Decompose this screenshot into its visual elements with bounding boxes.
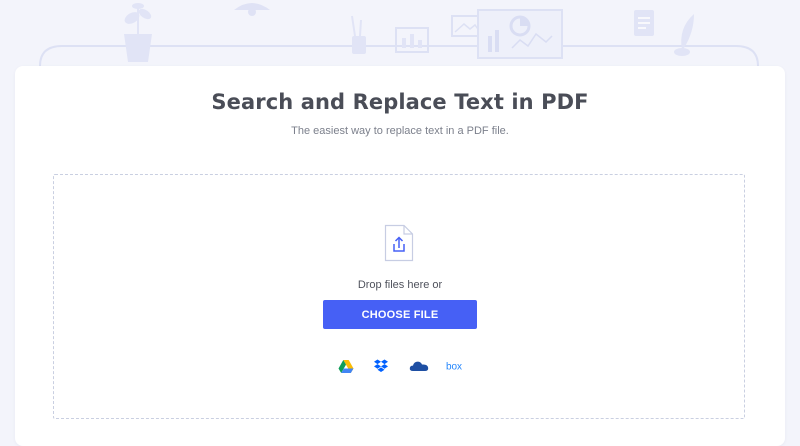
drop-files-text: Drop files here or: [357, 279, 443, 291]
main-card: Search and Replace Text in PDF The easie…: [15, 66, 785, 446]
page-title: Search and Replace Text in PDF: [211, 90, 589, 114]
file-upload-icon: [384, 224, 414, 262]
google-drive-icon[interactable]: [338, 358, 354, 374]
dashboard-illustration: [477, 9, 563, 59]
bar-chart-board-illustration: [395, 27, 429, 53]
plant-illustration: [124, 3, 152, 62]
onedrive-icon[interactable]: [409, 358, 429, 374]
box-label: box: [446, 362, 462, 373]
quill-illustration: [674, 14, 694, 56]
lamp-illustration: [234, 3, 270, 16]
pen-cup-illustration: [351, 15, 366, 54]
choose-file-button[interactable]: CHOOSE FILE: [323, 300, 477, 329]
file-dropzone[interactable]: Drop files here or CHOOSE FILE box: [53, 174, 745, 419]
page-subtitle: The easiest way to replace text in a PDF…: [291, 125, 509, 137]
dropbox-icon[interactable]: [373, 358, 389, 374]
document-illustration: [634, 10, 654, 36]
box-icon[interactable]: box: [444, 358, 464, 374]
